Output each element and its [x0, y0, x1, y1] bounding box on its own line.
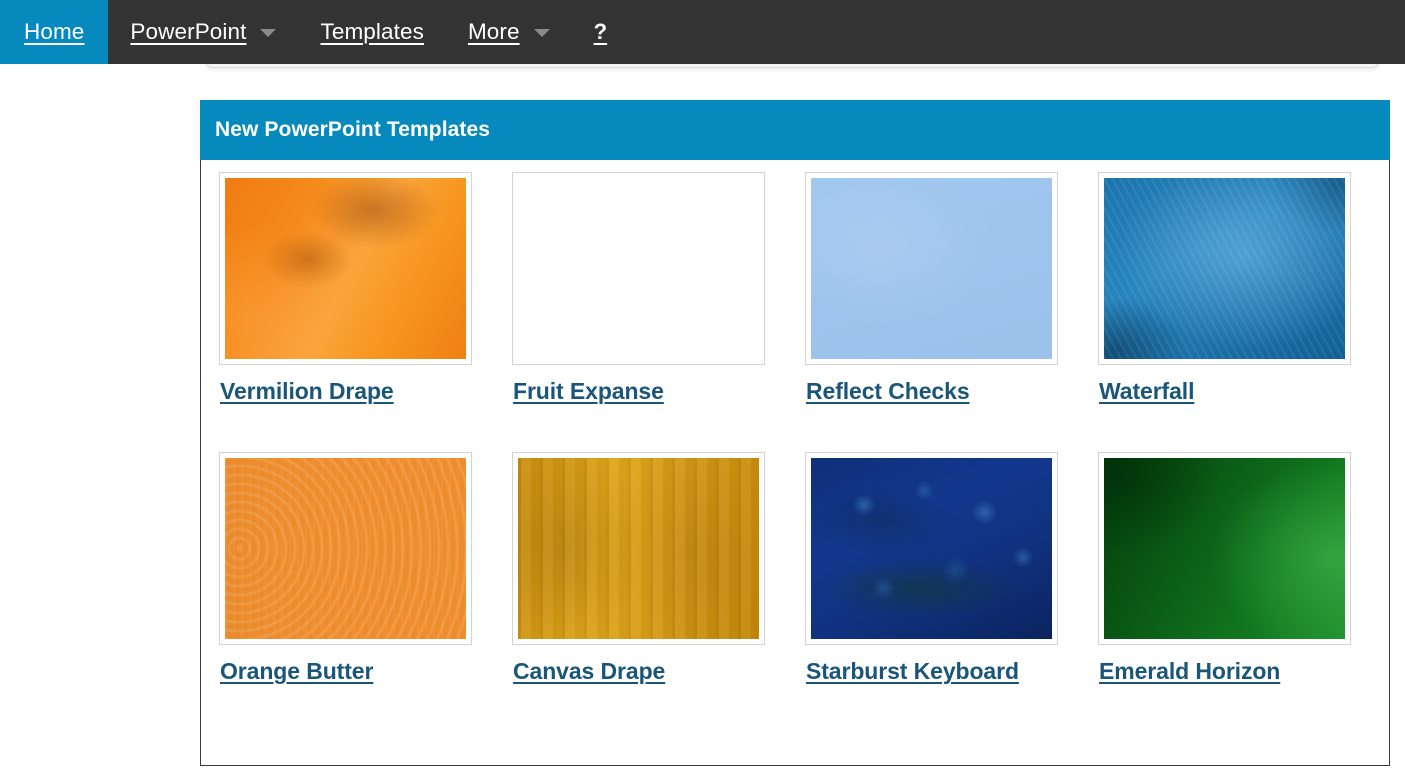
template-thumbnail-image	[225, 178, 466, 359]
template-card[interactable]: Fruit Expanse	[502, 172, 795, 405]
template-grid-row: Vermilion Drape Fruit Expanse Reflect Ch…	[209, 172, 1381, 405]
page-title: New PowerPoint Templates	[215, 118, 491, 141]
template-link[interactable]: Canvas Drape	[513, 658, 665, 685]
template-thumbnail-frame[interactable]	[512, 452, 765, 645]
template-card[interactable]: Vermilion Drape	[209, 172, 502, 405]
template-thumbnail-frame[interactable]	[805, 452, 1058, 645]
template-link[interactable]: Waterfall	[1099, 378, 1194, 405]
nav-item-templates[interactable]: Templates	[298, 0, 445, 64]
nav-item-powerpoint-label: PowerPoint	[130, 19, 247, 44]
chevron-down-icon	[260, 29, 277, 37]
template-thumbnail-image	[811, 178, 1052, 359]
template-link[interactable]: Orange Butter	[220, 658, 373, 685]
grid-row-spacer	[209, 405, 1381, 452]
new-templates-panel: New PowerPoint Templates Vermilion Drape…	[200, 100, 1390, 766]
nav-item-help[interactable]: ?	[572, 0, 630, 64]
template-grid: Vermilion Drape Fruit Expanse Reflect Ch…	[201, 160, 1389, 685]
template-thumbnail-image	[518, 458, 759, 639]
template-thumbnail-image	[1104, 178, 1345, 359]
template-thumbnail-image	[811, 458, 1052, 639]
template-link[interactable]: Starburst Keyboard	[806, 658, 1019, 685]
help-icon: ?	[593, 19, 608, 44]
template-card[interactable]: Canvas Drape	[502, 452, 795, 685]
nav-item-more-label: More	[467, 19, 520, 44]
template-link[interactable]: Vermilion Drape	[220, 378, 394, 405]
chevron-down-icon	[533, 29, 550, 37]
template-card[interactable]: Orange Butter	[209, 452, 502, 685]
section-header: New PowerPoint Templates	[200, 100, 1390, 160]
template-thumbnail-frame[interactable]	[1098, 452, 1351, 645]
template-link[interactable]: Emerald Horizon	[1099, 658, 1280, 685]
template-thumbnail-frame[interactable]	[1098, 172, 1351, 365]
template-link[interactable]: Fruit Expanse	[513, 378, 664, 405]
template-card[interactable]: Waterfall	[1088, 172, 1381, 405]
template-thumbnail-image	[518, 178, 759, 359]
template-card[interactable]: Reflect Checks	[795, 172, 1088, 405]
nav-item-templates-label: Templates	[320, 19, 424, 44]
template-thumbnail-image	[225, 458, 466, 639]
template-link[interactable]: Reflect Checks	[806, 378, 970, 405]
template-grid-row: Orange Butter Canvas Drape Starburst Key…	[209, 452, 1381, 685]
template-thumbnail-frame[interactable]	[512, 172, 765, 365]
template-thumbnail-frame[interactable]	[805, 172, 1058, 365]
template-card[interactable]: Emerald Horizon	[1088, 452, 1381, 685]
nav-item-powerpoint[interactable]: PowerPoint	[108, 0, 298, 64]
nav-item-home-label: Home	[24, 19, 85, 44]
template-card[interactable]: Starburst Keyboard	[795, 452, 1088, 685]
nav-item-home[interactable]: Home	[0, 0, 109, 64]
nav-item-more[interactable]: More	[446, 0, 572, 64]
template-thumbnail-frame[interactable]	[219, 452, 472, 645]
template-thumbnail-image	[1104, 458, 1345, 639]
template-thumbnail-frame[interactable]	[219, 172, 472, 365]
top-navigation-bar: Home PowerPoint Templates More ?	[0, 0, 1405, 64]
